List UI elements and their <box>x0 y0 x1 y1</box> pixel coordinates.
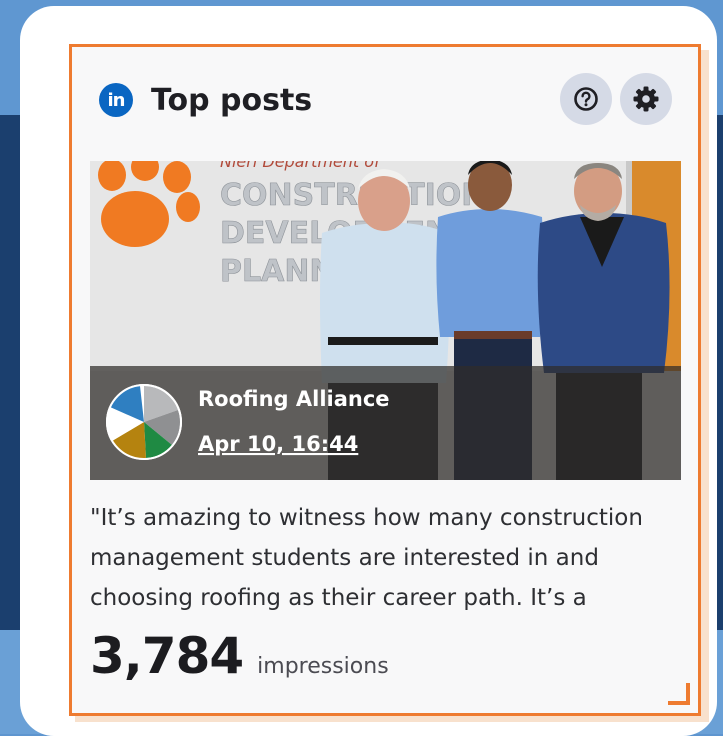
gear-icon <box>633 86 659 112</box>
resize-handle-icon[interactable] <box>668 683 690 705</box>
widget-header: in Top posts <box>99 80 312 120</box>
sign-line-1: CONSTRUCTION <box>220 178 486 213</box>
sign-header-text: Nieri Department of <box>220 161 382 171</box>
widget-title: Top posts <box>151 82 313 118</box>
post-timestamp-link[interactable]: Apr 10, 16:44 <box>198 432 358 456</box>
help-button[interactable] <box>560 73 612 125</box>
impressions-metric: 3,784 impressions <box>90 627 389 685</box>
settings-button[interactable] <box>620 73 672 125</box>
card-panel: in Top posts Nieri Department of CONSTRU… <box>20 6 717 736</box>
post-photo[interactable]: Nieri Department of CONSTRUCTION DEVELOP… <box>90 161 681 480</box>
impressions-label: impressions <box>257 654 389 679</box>
impressions-value: 3,784 <box>90 627 244 685</box>
linkedin-icon: in <box>99 83 133 117</box>
help-circle-icon <box>574 87 598 111</box>
author-avatar[interactable] <box>106 384 182 460</box>
top-posts-widget[interactable]: in Top posts Nieri Department of CONSTRU… <box>69 44 701 716</box>
post-author[interactable]: Roofing Alliance <box>198 387 390 411</box>
post-photo-illustration: Nieri Department of CONSTRUCTION DEVELOP… <box>90 161 681 480</box>
